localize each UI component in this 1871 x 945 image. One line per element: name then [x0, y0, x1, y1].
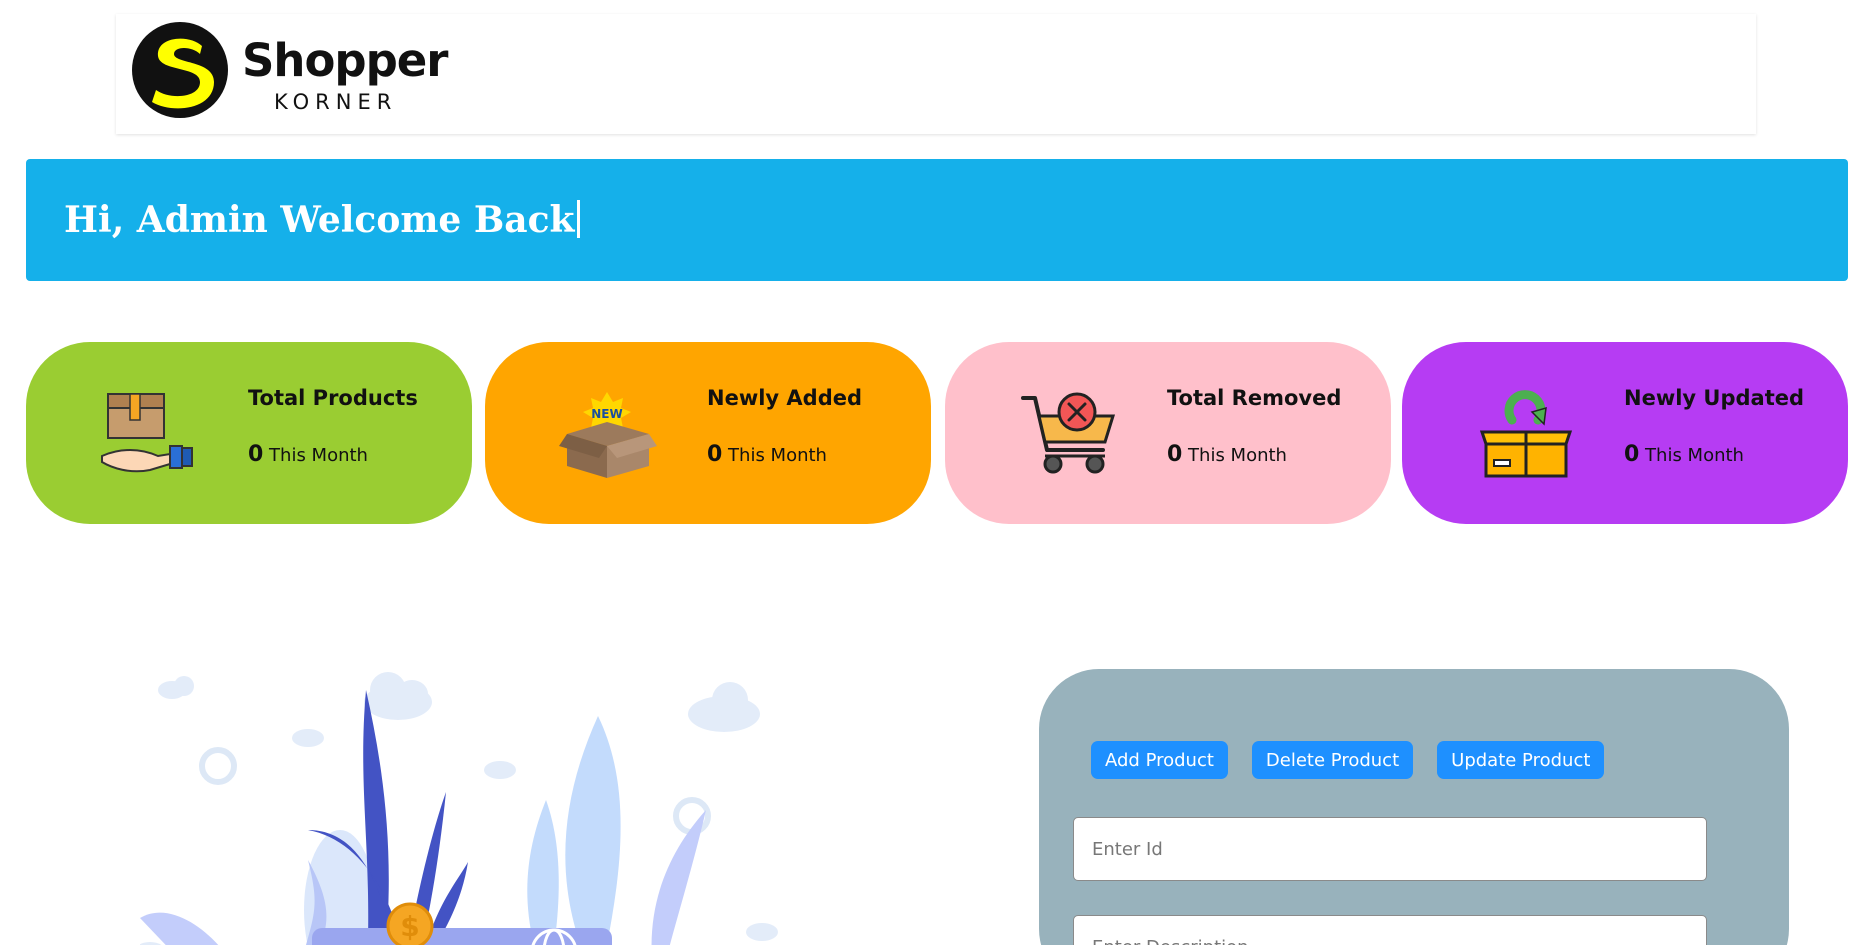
- brand-header: Shopper KORNER: [116, 14, 1756, 134]
- id-input[interactable]: [1073, 817, 1707, 881]
- add-product-button[interactable]: Add Product: [1091, 741, 1228, 779]
- shopper-logo-icon[interactable]: [130, 20, 230, 120]
- card-title: Newly Updated: [1624, 386, 1805, 410]
- coin-symbol: $: [400, 910, 419, 943]
- card-value: 0: [248, 442, 264, 467]
- welcome-text: Hi, Admin Welcome Back: [64, 199, 575, 241]
- card-value: 0: [1624, 442, 1640, 467]
- product-action-tabs: Add Product Delete Product Update Produc…: [1091, 741, 1605, 779]
- product-form-panel: Add Product Delete Product Update Produc…: [1039, 669, 1789, 945]
- delete-product-button[interactable]: Delete Product: [1251, 741, 1414, 779]
- box-on-hand-icon: [101, 393, 193, 473]
- card-value: 0: [707, 442, 723, 467]
- welcome-heading: Hi, Admin Welcome Back: [64, 199, 580, 241]
- card-period: This Month: [728, 445, 827, 466]
- brand-subtitle: KORNER: [274, 90, 398, 114]
- svg-text:NEW: NEW: [591, 407, 622, 421]
- finance-plants-illustration: $: [140, 672, 778, 945]
- new-box-icon: NEW: [559, 392, 657, 478]
- card-period: This Month: [1645, 445, 1744, 466]
- brand-name: Shopper: [242, 34, 448, 87]
- total-products-card: Total Products 0 This Month: [26, 342, 472, 524]
- newly-updated-card: Newly Updated 0 This Month: [1402, 342, 1848, 524]
- card-value: 0: [1167, 442, 1183, 467]
- welcome-banner: Hi, Admin Welcome Back: [26, 159, 1848, 281]
- card-title: Total Removed: [1167, 386, 1342, 410]
- typing-caret: [576, 200, 580, 238]
- total-removed-card: Total Removed 0 This Month: [945, 342, 1391, 524]
- card-title: Newly Added: [707, 386, 863, 410]
- newly-added-card: NEW Newly Added 0 This Month: [485, 342, 931, 524]
- card-period: This Month: [269, 445, 368, 466]
- update-product-button[interactable]: Update Product: [1437, 741, 1605, 779]
- card-stat: 0 This Month: [248, 442, 368, 467]
- card-title: Total Products: [248, 386, 418, 410]
- card-stat: 0 This Month: [1167, 442, 1287, 467]
- card-stat: 0 This Month: [1624, 442, 1744, 467]
- card-stat: 0 This Month: [707, 442, 827, 467]
- cart-remove-icon: [1021, 392, 1116, 474]
- admin-dashboard: Shopper KORNER Hi, Admin Welcome Back To…: [0, 0, 1871, 945]
- card-period: This Month: [1188, 445, 1287, 466]
- box-refresh-icon: [1479, 390, 1573, 478]
- description-input[interactable]: [1073, 915, 1707, 945]
